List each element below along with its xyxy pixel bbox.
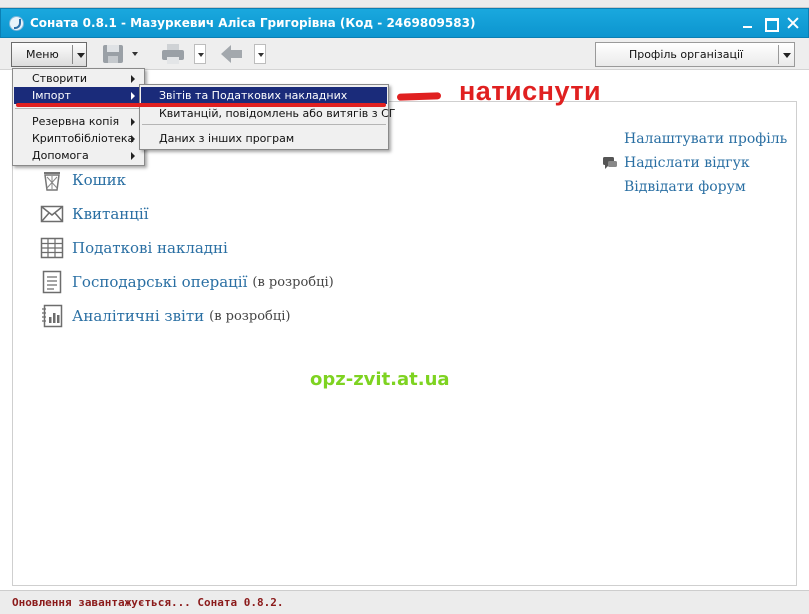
nav-item-trash-label[interactable]: Кошик: [72, 171, 126, 189]
in-development-note: (в розробці): [252, 274, 334, 290]
nav-item-trash[interactable]: Кошик: [40, 168, 126, 192]
menu-item-crypto-library[interactable]: Криптобібліотека: [14, 130, 143, 147]
menu-button[interactable]: Меню: [11, 42, 87, 67]
feedback-speech-icon: [602, 155, 618, 175]
visit-forum-link[interactable]: Відвідати форум: [624, 179, 746, 195]
close-button[interactable]: [784, 14, 802, 32]
window-title: Соната 0.8.1 - Мазуркевич Аліса Григорів…: [30, 16, 476, 30]
submenu-item-other-programs[interactable]: Даних з інших програм: [141, 130, 387, 147]
configure-profile-link[interactable]: Налаштувати профіль: [624, 131, 787, 147]
submenu-item-reports-tax-invoices[interactable]: Звітів та Податкових накладних: [141, 87, 387, 104]
in-development-note: (в розробці): [209, 308, 291, 324]
menu-separator: [142, 124, 386, 125]
menu-button-divider: [72, 45, 73, 64]
nav-item-analytic-reports[interactable]: Аналітичні звіти (в розробці): [40, 304, 290, 328]
annotation-click-text: натиснути: [459, 76, 602, 106]
menu-item-create-label: Створити: [32, 72, 87, 85]
print-dropdown-icon[interactable]: [194, 44, 206, 64]
menu-item-backup[interactable]: Резервна копія: [14, 113, 143, 130]
nav-item-tax-invoices-label[interactable]: Податкові накладні: [72, 239, 228, 257]
sonata-app-icon: [9, 16, 24, 31]
notebook-chart-icon: [40, 304, 64, 328]
chevron-right-icon: [131, 92, 135, 100]
maximize-button[interactable]: [761, 14, 779, 32]
menu-item-import-label: Імпорт: [32, 89, 71, 102]
nav-item-analytic-reports-label[interactable]: Аналітичні звіти: [72, 307, 204, 325]
submenu-item-reports-tax-invoices-label: Звітів та Податкових накладних: [159, 89, 348, 102]
nav-item-receipts[interactable]: Квитанції: [40, 202, 149, 226]
menu-item-help-label: Допомога: [32, 149, 89, 162]
document-lines-icon: [40, 270, 64, 294]
submenu-item-receipts-notices[interactable]: Квитанцій, повідомлень або витягів з СГ: [141, 105, 396, 122]
print-icon[interactable]: [160, 42, 186, 66]
nav-item-tax-invoices[interactable]: Податкові накладні: [40, 236, 228, 260]
save-dropdown-icon[interactable]: [129, 44, 141, 64]
menu-item-import[interactable]: Імпорт: [14, 87, 143, 104]
chevron-down-icon[interactable]: [783, 53, 791, 58]
nav-item-receipts-label[interactable]: Квитанції: [72, 205, 149, 223]
menu-separator: [15, 108, 142, 109]
envelope-icon: [40, 202, 64, 226]
chevron-right-icon: [131, 75, 135, 83]
import-submenu: Звітів та Податкових накладних Квитанцій…: [139, 84, 396, 150]
nav-item-business-operations-label[interactable]: Господарські операції: [72, 273, 247, 291]
submenu-item-receipts-notices-label: Квитанцій, повідомлень або витягів з СГ: [159, 107, 396, 120]
submenu-item-other-programs-label: Даних з інших програм: [159, 132, 295, 145]
menu-button-label: Меню: [26, 48, 59, 61]
toolbar: Меню Профіль організації: [0, 38, 809, 70]
nav-item-business-operations[interactable]: Господарські операції (в розробці): [40, 270, 334, 294]
title-bar[interactable]: Соната 0.8.1 - Мазуркевич Аліса Григорів…: [0, 8, 809, 38]
send-feedback-link[interactable]: Надіслати відгук: [624, 155, 750, 171]
main-menu-dropdown: Створити Імпорт Резервна копія Криптобіб…: [12, 68, 145, 166]
minimize-button[interactable]: [738, 14, 756, 32]
save-icon[interactable]: [100, 42, 126, 66]
menu-dropdown-arrow-icon[interactable]: [77, 53, 85, 58]
back-arrow-icon[interactable]: [218, 42, 244, 66]
chevron-right-icon: [131, 135, 135, 143]
chevron-right-icon: [131, 118, 135, 126]
status-bar: Оновлення завантажується... Соната 0.8.2…: [0, 590, 809, 614]
chevron-right-icon: [131, 152, 135, 160]
status-text: Оновлення завантажується... Соната 0.8.2…: [12, 596, 284, 609]
grid-table-icon: [40, 236, 64, 260]
main-content-panel: [12, 101, 797, 586]
background-window-strip: [0, 0, 809, 8]
organization-profile-label: Профіль організації: [628, 48, 744, 61]
annotation-underline: [16, 103, 386, 107]
back-dropdown-icon[interactable]: [254, 44, 266, 64]
menu-item-crypto-library-label: Криптобібліотека: [32, 132, 135, 145]
annotation-dash: [396, 92, 442, 101]
menu-item-create[interactable]: Створити: [14, 70, 143, 87]
menu-item-backup-label: Резервна копія: [32, 115, 120, 128]
watermark-text: opz-zvit.at.ua: [310, 369, 450, 390]
trash-icon: [40, 168, 64, 192]
organization-profile-button[interactable]: Профіль організації: [595, 42, 795, 67]
menu-item-help[interactable]: Допомога: [14, 147, 143, 164]
organization-profile-divider: [778, 45, 779, 64]
